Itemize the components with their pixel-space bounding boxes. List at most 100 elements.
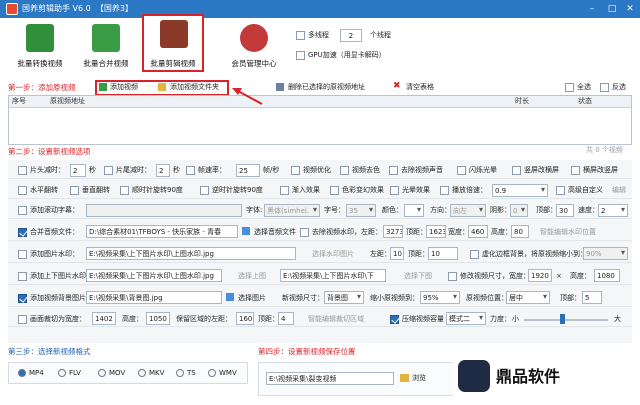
direction-select[interactable]: 向左 — [450, 204, 486, 217]
smart-watermark-button[interactable]: 智能编辑水印位置 — [540, 229, 596, 236]
updown-watermark-checkbox[interactable] — [18, 272, 27, 283]
light-effect-checkbox[interactable] — [390, 186, 399, 197]
subtitle-input[interactable] — [86, 204, 242, 217]
blur-border-checkbox[interactable] — [470, 250, 479, 261]
wm-top-input[interactable]: 1623 — [426, 225, 446, 238]
strength-slider[interactable] — [524, 319, 608, 321]
close-icon[interactable]: ✕ — [620, 2, 640, 16]
wm-height-input[interactable]: 80 — [511, 225, 529, 238]
add-video-button[interactable]: 添加视频 — [110, 84, 138, 91]
invert-label: 反选 — [612, 83, 626, 91]
pick-watermark-button[interactable]: 选择水印图片 — [312, 251, 354, 258]
image-watermark-checkbox[interactable] — [18, 250, 27, 261]
hflip-checkbox[interactable] — [18, 186, 27, 197]
browse-button[interactable]: 浏览 — [412, 375, 426, 382]
gpu-checkbox[interactable] — [296, 51, 305, 62]
maximize-icon[interactable]: □ — [602, 2, 622, 16]
tail-cut-checkbox[interactable] — [104, 166, 113, 177]
wm-left-input[interactable]: 3273 — [383, 225, 403, 238]
invert-checkbox[interactable] — [600, 83, 609, 94]
watermark-path-input[interactable]: E:\视频采集\上下图片水印\上图水印.jpg — [86, 247, 296, 260]
speed-select[interactable]: 0.9 — [492, 184, 548, 197]
bg-image-checkbox[interactable] — [18, 294, 27, 305]
color-effect-checkbox[interactable] — [330, 186, 339, 197]
mute-checkbox[interactable] — [389, 166, 398, 177]
fps-checkbox[interactable] — [186, 166, 195, 177]
size-select[interactable]: 35 — [346, 204, 376, 217]
format-radio-mov[interactable] — [98, 369, 106, 377]
format-radio-flv[interactable] — [58, 369, 66, 377]
fps-input[interactable]: 25 — [236, 164, 260, 177]
crop-height-input[interactable]: 1050 — [146, 312, 170, 325]
format-radio-ts[interactable] — [176, 369, 184, 377]
batch-merge-button[interactable]: 批量合并视频 — [78, 20, 134, 72]
bg-top-input[interactable]: 5 — [582, 291, 602, 304]
subtitle-top-input[interactable]: 30 — [556, 204, 574, 217]
iwm-left-input[interactable]: 10 — [390, 247, 404, 260]
h2v-checkbox[interactable] — [571, 166, 580, 177]
font-select[interactable]: 黑体(simhei. — [264, 204, 320, 217]
advanced-edit-button[interactable]: 编辑 — [612, 187, 626, 194]
select-all-checkbox[interactable] — [565, 83, 574, 94]
delete-selected-button[interactable]: 删除已选择的原视频地址 — [288, 84, 365, 91]
speed-checkbox[interactable] — [440, 186, 449, 197]
row-divider — [8, 326, 632, 327]
batch-edit-button[interactable]: 批量剪辑视频 — [142, 14, 204, 72]
compress-mode-select[interactable]: 模式二 — [446, 312, 486, 325]
format-radio-wmv[interactable] — [208, 369, 216, 377]
add-folder-button[interactable]: 添加视频文件夹 — [170, 84, 219, 91]
member-center-button[interactable]: 会员管理中心 — [226, 20, 282, 72]
smart-crop-button[interactable]: 智能编辑裁切区域 — [308, 316, 364, 323]
batch-convert-button[interactable]: 批量转换视频 — [12, 20, 68, 72]
blur-scale-select[interactable]: 90% — [583, 247, 628, 260]
flash-checkbox[interactable] — [457, 166, 466, 177]
position-select[interactable]: 居中 — [506, 291, 550, 304]
down-image-path-input[interactable]: E:\视频采集\上下图片水印\下 — [280, 269, 386, 282]
format-radio-mkv[interactable] — [138, 369, 146, 377]
minimize-icon[interactable]: – — [582, 2, 602, 16]
subtitle-speed-select[interactable]: 2 — [598, 204, 628, 217]
resize-width-input[interactable]: 1920 — [528, 269, 552, 282]
shrink-select[interactable]: 95% — [420, 291, 460, 304]
head-cut-checkbox[interactable] — [18, 166, 27, 177]
clear-table-button[interactable]: 清空表格 — [406, 84, 434, 91]
rotate-cw-checkbox[interactable] — [120, 186, 129, 197]
rotate-ccw-checkbox[interactable] — [200, 186, 209, 197]
strength-slider-thumb[interactable] — [560, 314, 565, 324]
save-path-input[interactable]: E:\视频采集\裂变视频 — [266, 372, 394, 385]
color-select[interactable] — [404, 204, 424, 217]
iwm-top-input[interactable]: 10 — [428, 247, 458, 260]
remove-watermark-label: 去除视频水印，左距： — [312, 228, 382, 236]
new-size-select[interactable]: 背景图 — [324, 291, 364, 304]
audio-path-input[interactable]: D:\综合素材01\TFBOYS - 快乐家族 - 青春 — [86, 225, 238, 238]
merge-audio-checkbox[interactable] — [18, 228, 27, 239]
pick-audio-button[interactable]: 选择音频文件 — [254, 229, 296, 236]
format-radio-mp4[interactable] — [18, 369, 26, 377]
resize-checkbox[interactable] — [448, 272, 457, 283]
fade-checkbox[interactable] — [280, 186, 289, 197]
thread-count-input[interactable]: 2 — [340, 29, 362, 42]
v2h-checkbox[interactable] — [512, 166, 521, 177]
keep-left-input[interactable]: 160 — [236, 312, 254, 325]
crop-width-input[interactable]: 1402 — [92, 312, 116, 325]
wm-width-input[interactable]: 460 — [468, 225, 488, 238]
bg-image-path-input[interactable]: E:\视频采集\背景图.jpg — [86, 291, 222, 304]
compress-checkbox[interactable] — [390, 315, 399, 326]
crop-checkbox[interactable] — [18, 315, 27, 326]
shadow-select[interactable]: 0 — [510, 204, 528, 217]
subtitle-checkbox[interactable] — [18, 206, 27, 217]
keep-top-input[interactable]: 4 — [278, 312, 294, 325]
decolor-checkbox[interactable] — [340, 166, 349, 177]
head-cut-input[interactable]: 2 — [70, 164, 86, 177]
pick-down-image-button[interactable]: 选择下图 — [404, 273, 432, 280]
multithread-checkbox[interactable] — [296, 31, 305, 42]
vflip-checkbox[interactable] — [70, 186, 79, 197]
advanced-checkbox[interactable] — [556, 186, 565, 197]
remove-watermark-checkbox[interactable] — [300, 228, 309, 239]
pick-up-image-button[interactable]: 选择上图 — [238, 273, 266, 280]
optimize-checkbox[interactable] — [291, 166, 300, 177]
tail-cut-input[interactable]: 2 — [156, 164, 170, 177]
up-image-path-input[interactable]: E:\视频采集\上下图片水印\上图水印.jpg — [86, 269, 222, 282]
resize-height-input[interactable]: 1080 — [594, 269, 620, 282]
pick-bg-button[interactable]: 选择图片 — [238, 295, 266, 302]
